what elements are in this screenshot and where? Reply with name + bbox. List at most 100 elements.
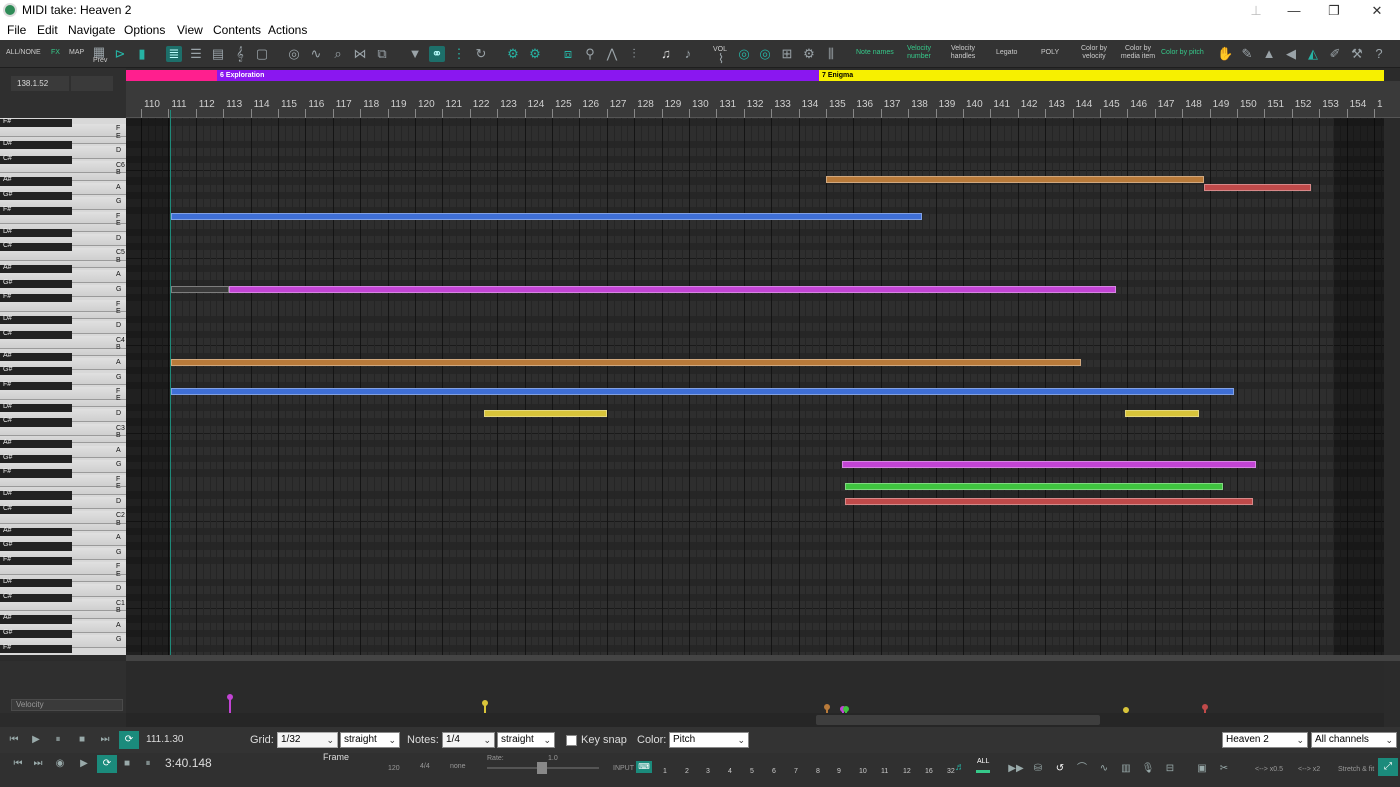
piano-black-key[interactable]: G# — [0, 366, 72, 376]
rate-slider-handle[interactable] — [537, 762, 547, 774]
piano-black-key[interactable]: C# — [0, 505, 72, 515]
pin-icon[interactable]: ⊥ — [1236, 0, 1276, 21]
knob-b-icon[interactable]: ◎ — [757, 46, 773, 62]
piano-keyboard[interactable]: F# F E D# D C# C6 B A# A G# G F# F E D# D C# C5 B A# A G# G F# F E… — [0, 118, 126, 655]
input-keyboard-icon[interactable]: ⌨ — [636, 761, 652, 773]
help-icon[interactable]: ? — [1371, 46, 1387, 62]
stretch-fit-icon[interactable]: ⤢ — [1378, 758, 1398, 776]
channel-button[interactable]: 3 — [706, 768, 710, 775]
quantize-icon[interactable]: ⚙ — [505, 46, 521, 62]
notation-mode-icon[interactable]: 𝄞 — [232, 46, 248, 62]
piano-black-key[interactable]: A# — [0, 614, 72, 624]
midi-note[interactable] — [1204, 183, 1311, 191]
key-snap-checkbox[interactable] — [566, 735, 577, 746]
arpeggio-icon[interactable]: ⋀ — [604, 46, 620, 62]
velocity-number-toggle[interactable]: Velocity number — [904, 45, 934, 61]
color-by-pitch-toggle[interactable]: Color by pitch — [1161, 49, 1204, 57]
piano-black-key[interactable]: D# — [0, 403, 72, 412]
piano-black-key[interactable]: D# — [0, 228, 72, 237]
piano-black-key[interactable]: A# — [0, 176, 72, 186]
piano-black-key[interactable]: A# — [0, 352, 72, 361]
step-input-icon[interactable]: ⊳ — [112, 46, 128, 62]
velocity-handles-toggle[interactable]: Velocity handles — [948, 45, 978, 61]
piano-black-key[interactable]: F# — [0, 644, 72, 653]
midi-note[interactable] — [228, 285, 1117, 293]
grid-edit-icon[interactable]: ⋈ — [352, 46, 368, 62]
zoom-double-button[interactable]: <--> x2 — [1298, 766, 1320, 773]
forward-icon[interactable]: ▶▶ — [1006, 760, 1026, 778]
volume-knob-icon[interactable]: ⌇ — [713, 51, 729, 67]
brush-icon[interactable]: ✐ — [1327, 46, 1343, 62]
bars-icon[interactable]: ▮ — [134, 46, 150, 62]
take-select[interactable]: Heaven 2 ⌄ — [1222, 732, 1308, 748]
fill-icon[interactable]: ◭ — [1305, 46, 1321, 62]
record-icon[interactable]: ◉ — [50, 755, 70, 773]
menu-options[interactable]: Options — [124, 23, 165, 37]
play-icon[interactable]: ▶ — [26, 731, 46, 749]
filter-icon[interactable]: ▼ — [407, 46, 423, 62]
allnone-button[interactable]: ALL/NONE — [6, 49, 41, 57]
vertical-scrollbar[interactable] — [1384, 118, 1400, 655]
piano-black-key[interactable]: D# — [0, 578, 72, 588]
midi-note[interactable] — [483, 410, 607, 417]
menu-view[interactable]: View — [177, 23, 203, 37]
menu-navigate[interactable]: Navigate — [68, 23, 115, 37]
notes-length-select[interactable]: 1/4 ⌄ — [442, 732, 495, 748]
channel-button[interactable]: 2 — [685, 768, 689, 775]
mix-icon[interactable]: ⚙ — [801, 46, 817, 62]
piano-black-key[interactable]: A# — [0, 527, 72, 537]
color-mode-select[interactable]: Pitch ⌄ — [669, 732, 749, 748]
stop-secondary-icon[interactable]: ■ — [117, 755, 137, 773]
map-button[interactable]: MAP — [69, 49, 84, 57]
menu-actions[interactable]: Actions — [268, 23, 307, 37]
pause-secondary-icon[interactable]: ⏸ — [138, 755, 158, 773]
channel-button[interactable]: 12 — [903, 768, 911, 775]
note-up-icon[interactable]: ♫ — [658, 46, 674, 62]
midi-note[interactable] — [171, 285, 229, 293]
piano-black-key[interactable]: A# — [0, 439, 72, 449]
split-icon[interactable]: ⫶ — [626, 46, 642, 62]
triangle-icon[interactable]: ▲ — [1261, 46, 1277, 62]
piano-black-key[interactable]: A# — [0, 264, 72, 274]
midi-note[interactable] — [171, 358, 1081, 366]
grid-icon[interactable]: ⋮ — [451, 46, 467, 62]
image-icon[interactable]: ▣ — [1192, 760, 1212, 778]
cc-lane-icon[interactable]: ◎ — [286, 46, 302, 62]
dock-icon[interactable]: ▢ — [254, 46, 270, 62]
channel-button[interactable]: 6 — [772, 768, 776, 775]
grid-select[interactable]: 1/32 ⌄ — [277, 732, 338, 748]
channel-button[interactable]: 5 — [750, 768, 754, 775]
piano-black-key[interactable]: D# — [0, 315, 72, 325]
channel-button[interactable]: 16 — [925, 768, 933, 775]
wave-icon[interactable]: ∿ — [308, 46, 324, 62]
undo-curve-icon[interactable]: ↺ — [1050, 760, 1070, 778]
go-end-icon[interactable]: ⏭ — [95, 731, 115, 749]
velocity-handle[interactable] — [843, 705, 850, 712]
channel-select[interactable]: All channels ⌄ — [1311, 732, 1397, 748]
channel-button[interactable]: 4 — [728, 768, 732, 775]
curve-icon[interactable]: ⌒ — [1072, 760, 1092, 778]
maximize-button[interactable]: ❐ — [1314, 0, 1354, 21]
poly-toggle[interactable]: POLY — [1041, 49, 1059, 57]
color-by-velocity-toggle[interactable]: Color by velocity — [1078, 45, 1110, 61]
channel-button[interactable]: 10 — [859, 768, 867, 775]
named-notes-mode-icon[interactable]: ☰ — [188, 46, 204, 62]
piano-black-key[interactable]: F# — [0, 468, 72, 478]
note-names-toggle[interactable]: Note names — [856, 49, 894, 57]
tilde-icon[interactable]: ∿ — [1094, 760, 1114, 778]
horizontal-scrollbar-thumb[interactable] — [816, 715, 1100, 725]
next-marker-icon[interactable]: ⏭ — [28, 755, 48, 773]
walk-icon[interactable]: ⚲ — [582, 46, 598, 62]
midi-note[interactable] — [842, 461, 1257, 469]
piano-black-key[interactable]: D# — [0, 490, 72, 500]
stretch-fit-button[interactable]: Stretch & fit — [1338, 766, 1374, 773]
midi-note[interactable] — [845, 483, 1224, 490]
zoom-icon[interactable]: ⌕ — [330, 46, 346, 62]
play-secondary-icon[interactable]: ▶ — [74, 755, 94, 773]
piano-black-key[interactable]: G# — [0, 629, 72, 639]
piano-black-key[interactable]: C# — [0, 417, 72, 427]
region-exploration[interactable]: 6 Exploration — [217, 70, 819, 81]
repeat-icon[interactable]: ⟳ — [97, 755, 117, 773]
notes-type-select[interactable]: straight ⌄ — [497, 732, 555, 748]
swing-readout[interactable]: none — [450, 763, 466, 770]
